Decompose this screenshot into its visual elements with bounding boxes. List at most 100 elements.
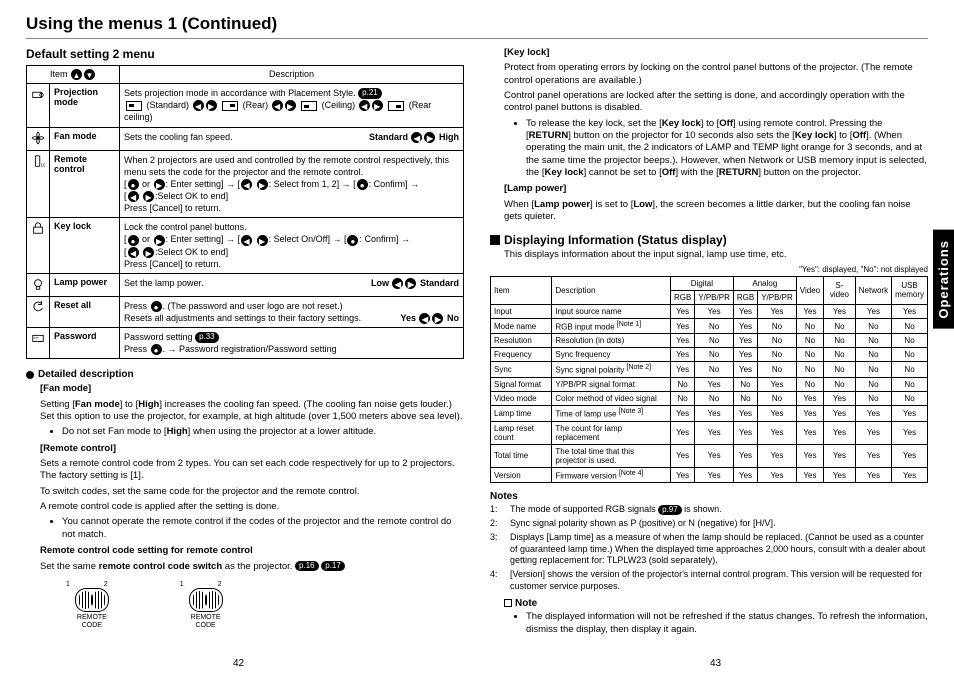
left-icon: ◀: [241, 179, 252, 190]
right-icon: ▶: [257, 179, 268, 190]
remote-control-note: You cannot operate the remote control if…: [62, 516, 464, 541]
settings-table: Item ▲▼ Description Projection mode Sets…: [26, 65, 464, 359]
password-icon: ***: [27, 328, 50, 359]
svg-text:10: 10: [41, 162, 45, 167]
table-row: Signal formatY/PB/PR signal formatNoYesN…: [491, 378, 928, 392]
right-column: [Key lock] Protect from operating errors…: [490, 45, 928, 640]
down-icon: ▼: [84, 69, 95, 80]
right-icon: ▶: [206, 100, 217, 111]
enter-icon: ●: [347, 235, 358, 246]
notes-heading: Notes: [490, 491, 928, 502]
left-icon: ◀: [392, 278, 403, 289]
row-fan-mode: Fan mode Sets the cooling fan speed. Sta…: [27, 127, 464, 150]
projection-icon: [27, 84, 50, 127]
row-reset-all: Reset all Press ●. (The password and use…: [27, 296, 464, 327]
placement-ceiling-icon: [301, 101, 317, 111]
row-key-lock: Key lock Lock the control panel buttons.…: [27, 218, 464, 274]
enter-icon: ●: [128, 179, 139, 190]
fan-mode-note: Do not set Fan mode to [High] when using…: [62, 426, 464, 438]
table-row: Lamp timeTime of lamp use [Note 3]YesYes…: [491, 406, 928, 422]
remote-code-figures: 1 2 REMOTE CODE 1 2 REMOTE CODE: [60, 581, 464, 629]
reset-icon: [27, 296, 50, 327]
note-callout: Note The displayed information will not …: [504, 598, 928, 636]
detailed-description-heading: Detailed description: [26, 369, 464, 380]
lamp-power-heading: [Lamp power]: [504, 183, 928, 195]
page-ref: p.21: [358, 88, 382, 99]
svg-text:***: ***: [34, 336, 39, 341]
section-tab: Operations: [933, 230, 954, 329]
enter-icon: ●: [128, 235, 139, 246]
left-icon: ◀: [241, 235, 252, 246]
switch-icon: [75, 588, 109, 612]
left-icon: ◀: [359, 100, 370, 111]
left-icon: ◀: [128, 247, 139, 258]
key-lock-heading: [Key lock]: [504, 47, 928, 59]
right-icon: ▶: [143, 191, 154, 202]
enter-icon: ●: [357, 179, 368, 190]
key-lock-p1: Protect from operating errors by locking…: [504, 62, 928, 87]
remote-control-p1: Sets a remote control code from 2 types.…: [40, 458, 464, 483]
remote-code-setting-heading: Remote control code setting for remote c…: [40, 545, 464, 557]
table-row: Video modeColor method of video signalNo…: [491, 392, 928, 406]
placement-rear-ceiling-icon: [388, 101, 404, 111]
row-lamp-power: Lamp power Set the lamp power. Low ◀▶ St…: [27, 273, 464, 296]
left-icon: ◀: [272, 100, 283, 111]
square-outline-icon: [504, 599, 512, 607]
fan-icon: [27, 127, 50, 150]
status-display-sub: This displays information about the inpu…: [504, 249, 928, 261]
left-icon: ◀: [419, 313, 430, 324]
lock-icon: [27, 218, 50, 274]
page-ref: p.16: [295, 561, 319, 571]
right-icon: ▶: [143, 247, 154, 258]
lamp-icon: [27, 273, 50, 296]
right-icon: ▶: [285, 100, 296, 111]
table-row: InputInput source nameYesYesYesYesYesYes…: [491, 304, 928, 318]
fan-mode-text: Setting [Fan mode] to [High] increases t…: [40, 399, 464, 424]
right-icon: ▶: [257, 235, 268, 246]
page-ref: p.17: [321, 561, 345, 571]
right-icon: ▶: [154, 235, 165, 246]
table-row: VersionFirmware version [Note 4]YesYesYe…: [491, 467, 928, 483]
notes-list: 1:The mode of supported RGB signals p.97…: [490, 504, 928, 592]
row-password: *** Password Password setting p.33 Press…: [27, 328, 464, 359]
menu-heading: Default setting 2 menu: [26, 47, 464, 61]
fan-mode-heading: [Fan mode]: [40, 383, 464, 395]
th-item: Item ▲▼: [27, 66, 120, 84]
left-icon: ◀: [411, 132, 422, 143]
row-projection-mode: Projection mode Sets projection mode in …: [27, 84, 464, 127]
remote-control-heading: [Remote control]: [40, 443, 464, 455]
table-row: FrequencySync frequencyYesNoYesNoNoNoNoN…: [491, 348, 928, 362]
table-row: SyncSync signal polarity [Note 2]YesNoYe…: [491, 362, 928, 378]
table-row: Mode nameRGB input mode [Note 1]YesNoYes…: [491, 318, 928, 334]
bullet-icon: [26, 371, 34, 379]
remote-control-p2: To switch codes, set the same code for t…: [40, 486, 464, 498]
placement-standard-icon: [126, 101, 142, 111]
matrix-legend: "Yes": displayed, "No": not displayed: [490, 265, 928, 274]
page-ref: p.97: [658, 505, 682, 515]
table-row: Lamp reset countThe count for lamp repla…: [491, 421, 928, 444]
page-title: Using the menus 1 (Continued): [26, 14, 928, 34]
right-icon: ▶: [154, 179, 165, 190]
lamp-power-text: When [Lamp power] is set to [Low], the s…: [504, 199, 928, 224]
up-icon: ▲: [71, 69, 82, 80]
table-row: Total timeThe total time that this proje…: [491, 444, 928, 467]
key-lock-p2: Control panel operations are locked afte…: [504, 90, 928, 115]
switch-icon: [189, 588, 223, 612]
remote-control-p3: A remote control code is applied after t…: [40, 501, 464, 513]
table-row: ResolutionResolution (in dots)YesNoYesNo…: [491, 334, 928, 348]
left-column: Default setting 2 menu Item ▲▼ Descripti…: [26, 45, 464, 640]
placement-rear-icon: [222, 101, 238, 111]
right-icon: ▶: [372, 100, 383, 111]
enter-icon: ●: [151, 344, 162, 355]
page-ref: p.33: [195, 332, 219, 343]
status-matrix-table: Item Description Digital Analog Video S-…: [490, 276, 928, 484]
title-rule: [26, 38, 928, 39]
key-lock-release: To release the key lock, set the [Key lo…: [526, 118, 928, 180]
left-icon: ◀: [128, 191, 139, 202]
th-desc: Description: [120, 66, 464, 84]
enter-icon: ●: [151, 301, 162, 312]
right-icon: ▶: [432, 313, 443, 324]
status-display-heading: Displaying Information (Status display): [490, 233, 928, 247]
square-bullet-icon: [490, 235, 500, 245]
row-remote-control: 10 Remote control When 2 projectors are …: [27, 150, 464, 218]
